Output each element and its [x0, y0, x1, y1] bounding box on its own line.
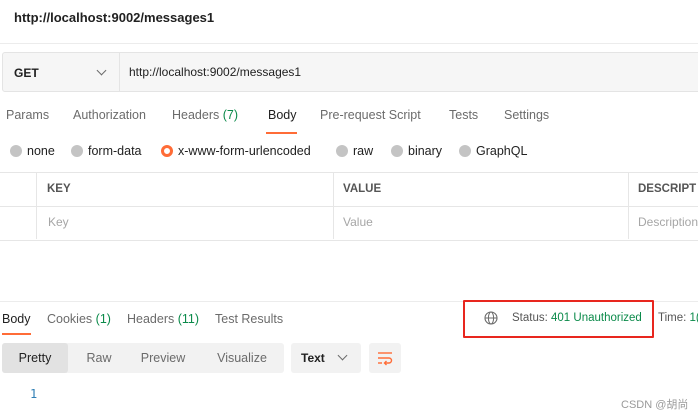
key-input[interactable]: Key	[48, 215, 69, 229]
response-tab-headers[interactable]: Headers (11)	[127, 312, 199, 326]
view-mode-toggle: Pretty Raw Preview Visualize	[2, 343, 284, 373]
tab-pre-request-script[interactable]: Pre-request Script	[320, 108, 421, 122]
column-header-description: DESCRIPT	[638, 183, 697, 195]
view-preview[interactable]: Preview	[130, 343, 196, 373]
view-pretty[interactable]: Pretty	[2, 343, 68, 373]
time-value: 1(	[689, 312, 698, 324]
value-input[interactable]: Value	[343, 215, 373, 229]
url-bar: GET http://localhost:9002/messages1	[2, 52, 698, 92]
url-input[interactable]: http://localhost:9002/messages1	[129, 65, 301, 79]
body-type-options: none form-data x-www-form-urlencoded raw…	[0, 142, 698, 162]
chevron-down-icon	[337, 350, 348, 361]
table-row-divider	[0, 206, 698, 207]
headers-count: (7)	[222, 108, 239, 122]
response-headers-count: (11)	[177, 312, 200, 326]
request-tabs: Params Authorization Headers (7) Body Pr…	[0, 104, 698, 134]
view-raw[interactable]: Raw	[68, 343, 130, 373]
radio-label-raw[interactable]: raw	[353, 144, 373, 158]
status-highlight-annotation	[463, 300, 654, 338]
cookies-count: (1)	[95, 312, 111, 326]
tab-body[interactable]: Body	[268, 108, 297, 122]
line-number: 1	[30, 387, 38, 401]
radio-binary[interactable]	[391, 145, 403, 157]
column-header-value: VALUE	[343, 183, 382, 195]
method-select[interactable]: GET	[3, 53, 120, 91]
radio-graphql[interactable]	[459, 145, 471, 157]
radio-raw[interactable]	[336, 145, 348, 157]
chevron-down-icon	[96, 65, 107, 76]
wrap-lines-button[interactable]	[369, 343, 401, 373]
tab-params[interactable]: Params	[6, 108, 49, 122]
tab-authorization[interactable]: Authorization	[73, 108, 146, 122]
column-header-key: KEY	[47, 183, 71, 195]
response-tab-test-results[interactable]: Test Results	[215, 312, 283, 326]
response-time: Time: 1(	[658, 312, 698, 324]
radio-none[interactable]	[10, 145, 22, 157]
postman-request-view: http://localhost:9002/messages1 GET http…	[0, 0, 698, 416]
request-title[interactable]: http://localhost:9002/messages1	[14, 10, 214, 25]
view-visualize[interactable]: Visualize	[202, 343, 282, 373]
active-tab-indicator	[266, 132, 297, 134]
divider	[0, 43, 698, 44]
active-response-tab-indicator	[2, 333, 31, 335]
table-col-divider	[628, 173, 629, 239]
radio-label-x-www-form-urlencoded[interactable]: x-www-form-urlencoded	[178, 144, 311, 158]
method-label: GET	[14, 66, 39, 80]
response-tab-cookies[interactable]: Cookies (1)	[47, 312, 111, 326]
table-col-divider	[36, 173, 37, 239]
radio-x-www-form-urlencoded[interactable]	[161, 145, 173, 157]
response-tab-body[interactable]: Body	[2, 312, 31, 326]
tab-tests[interactable]: Tests	[449, 108, 478, 122]
tab-headers[interactable]: Headers (7)	[172, 108, 238, 122]
radio-label-binary[interactable]: binary	[408, 144, 442, 158]
description-input[interactable]: Description	[638, 215, 698, 229]
tab-settings[interactable]: Settings	[504, 108, 549, 122]
radio-form-data[interactable]	[71, 145, 83, 157]
radio-label-graphql[interactable]: GraphQL	[476, 144, 527, 158]
key-value-table: KEY VALUE DESCRIPT Key Value Description	[0, 172, 698, 241]
wrap-icon	[378, 352, 393, 366]
table-col-divider	[333, 173, 334, 239]
format-select[interactable]: Text	[291, 343, 361, 373]
radio-label-none[interactable]: none	[27, 144, 55, 158]
radio-label-form-data[interactable]: form-data	[88, 144, 142, 158]
format-label: Text	[301, 351, 325, 365]
watermark: CSDN @胡尚	[621, 399, 689, 411]
